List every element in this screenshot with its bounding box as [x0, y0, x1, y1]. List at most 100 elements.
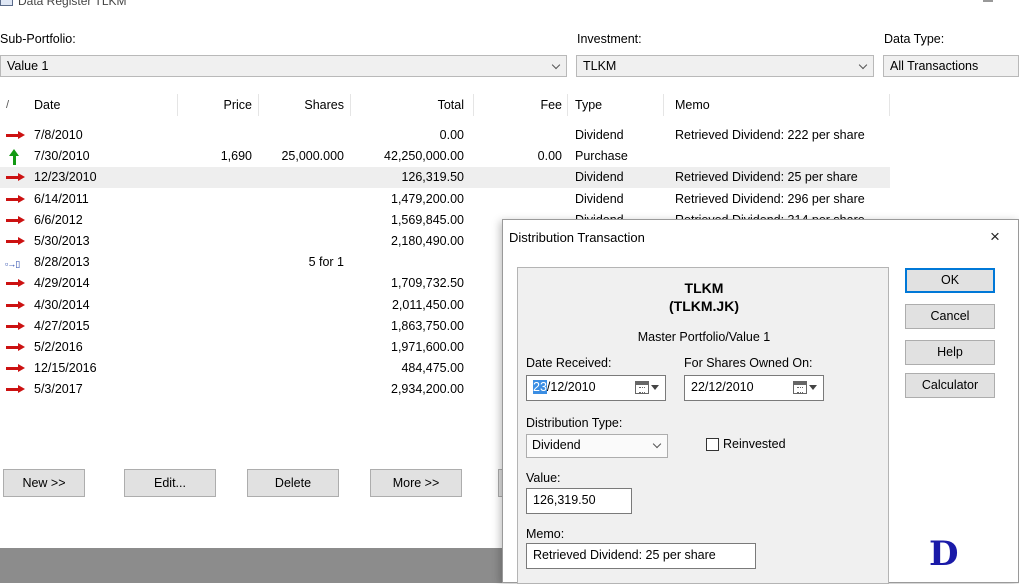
edit-button[interactable]: Edit...: [124, 469, 216, 497]
calculator-button[interactable]: Calculator: [905, 373, 995, 398]
table-row[interactable]: 7/8/2010 0.00 Dividend Retrieved Dividend: …: [0, 125, 890, 146]
reinvested-label: Reinvested: [723, 437, 786, 451]
cell-shares: [262, 125, 344, 146]
cell-fee: 0.00: [537, 149, 562, 164]
cell-total: 0.00: [439, 128, 464, 142]
value-input[interactable]: 126,319.50: [526, 488, 632, 514]
cell-shares: [262, 379, 344, 400]
cell-date: 12/23/2010: [34, 170, 97, 185]
app-logo: D: [929, 534, 959, 574]
split-icon: ▫→▯: [5, 259, 20, 270]
ticker-full: (TLKM.JK): [669, 298, 739, 314]
chevron-down-icon: [551, 60, 561, 72]
calendar-icon[interactable]: [793, 381, 807, 394]
cell-shares: 25,000.000: [281, 149, 344, 164]
calendar-icon[interactable]: [635, 381, 649, 394]
date-received-rest: /12/2010: [546, 380, 596, 394]
cell-total: 126,319.50: [401, 170, 464, 185]
minimize-icon[interactable]: [983, 0, 993, 2]
cell-date: 5/2/2016: [34, 340, 83, 354]
column-header-type[interactable]: Type: [575, 92, 602, 118]
cell-date: 5/3/2017: [34, 382, 83, 397]
cell-shares: [262, 337, 344, 358]
cell-date: 4/29/2014: [34, 276, 90, 291]
cell-shares: [262, 358, 344, 379]
column-header-fee[interactable]: Fee: [476, 92, 562, 118]
delete-button[interactable]: Delete: [247, 469, 339, 497]
cell-date: 12/15/2016: [34, 361, 97, 376]
window-icon: [0, 0, 13, 6]
shares-owned-on-value: 22/12/2010: [691, 380, 754, 394]
new-button[interactable]: New >>: [3, 469, 85, 497]
date-received-input[interactable]: 23/12/2010: [526, 375, 666, 401]
cell-memo: Retrieved Dividend: 222 per share: [675, 128, 865, 142]
ticker-symbol: TLKM: [684, 280, 724, 296]
close-icon[interactable]: ×: [984, 226, 1006, 248]
cell-date: 4/30/2014: [34, 297, 90, 312]
red-arrow-icon: [5, 277, 29, 291]
cell-date: 6/14/2011: [34, 191, 89, 206]
red-arrow-icon: [5, 383, 29, 397]
distribution-type-dropdown[interactable]: Dividend: [526, 434, 668, 458]
cell-shares: [262, 189, 344, 210]
dialog-panel: TLKM (TLKM.JK) Master Portfolio/Value 1 …: [517, 267, 889, 584]
chevron-down-icon: [858, 60, 868, 72]
red-arrow-icon: [5, 235, 29, 249]
column-header-date[interactable]: Date: [34, 92, 60, 118]
red-arrow-icon: [5, 214, 29, 228]
cell-memo: [675, 146, 889, 167]
cell-date: 7/30/2010: [34, 149, 90, 164]
data-type-value: All Transactions: [890, 59, 979, 73]
investment-dropdown[interactable]: TLKM: [576, 55, 874, 77]
cell-shares: [262, 295, 344, 316]
table-row[interactable]: 7/30/2010 1,690 25,000.000 42,250,000.00 0.0…: [0, 146, 890, 167]
data-type-label: Data Type:: [884, 32, 945, 46]
sub-portfolio-value: Value 1: [7, 59, 49, 73]
column-header-price[interactable]: Price: [180, 92, 252, 118]
memo-label: Memo:: [526, 527, 565, 541]
cell-shares: [262, 316, 344, 337]
table-row[interactable]: 12/23/2010 126,319.50 Dividend Retrieved Di…: [0, 167, 890, 189]
reinvested-checkbox[interactable]: [706, 438, 719, 451]
column-header-shares[interactable]: Shares: [262, 92, 344, 118]
cell-total: [354, 252, 464, 273]
column-header-memo[interactable]: Memo: [675, 92, 710, 118]
cell-fee: [476, 189, 562, 210]
chevron-down-icon: [809, 385, 817, 390]
cell-price: [180, 252, 252, 273]
cell-total: 1,863,750.00: [391, 318, 464, 333]
investment-value: TLKM: [583, 59, 617, 73]
help-button[interactable]: Help: [905, 340, 995, 365]
shares-owned-on-label: For Shares Owned On:: [684, 356, 813, 370]
red-arrow-icon: [5, 129, 29, 143]
table-row[interactable]: 6/14/2011 1,479,200.00 Dividend Retrieved D…: [0, 189, 890, 210]
cell-date: 5/30/2013: [34, 234, 90, 248]
cell-total: 484,475.00: [401, 361, 464, 376]
cell-price: [180, 231, 252, 252]
sort-indicator[interactable]: /: [6, 92, 16, 118]
cell-shares: [262, 231, 344, 252]
red-arrow-icon: [5, 341, 29, 355]
more-button[interactable]: More >>: [370, 469, 462, 497]
cell-price: [180, 189, 252, 210]
value-label: Value:: [526, 471, 561, 485]
column-header-total[interactable]: Total: [354, 92, 464, 118]
cell-total: 1,971,600.00: [391, 340, 464, 354]
cell-fee: [476, 125, 562, 146]
portfolio-path: Master Portfolio/Value 1: [637, 330, 771, 344]
data-type-dropdown[interactable]: All Transactions: [883, 55, 1019, 77]
window-title-bar: Data Register TLKM: [0, 0, 1019, 12]
shares-owned-on-input[interactable]: 22/12/2010: [684, 375, 824, 401]
cell-total: 2,934,200.00: [391, 382, 464, 397]
cancel-button[interactable]: Cancel: [905, 304, 995, 329]
ok-button[interactable]: OK: [905, 268, 995, 293]
sub-portfolio-label: Sub-Portfolio:: [0, 32, 76, 46]
sub-portfolio-dropdown[interactable]: Value 1: [0, 55, 567, 77]
red-arrow-icon: [5, 320, 29, 334]
window-title: Data Register TLKM: [18, 0, 127, 8]
cell-type: Purchase: [575, 149, 628, 164]
cell-memo: Retrieved Dividend: 25 per share: [675, 170, 858, 185]
cell-total: 1,709,732.50: [391, 276, 464, 291]
cell-type: Dividend: [575, 170, 624, 185]
memo-input[interactable]: Retrieved Dividend: 25 per share: [526, 543, 756, 569]
